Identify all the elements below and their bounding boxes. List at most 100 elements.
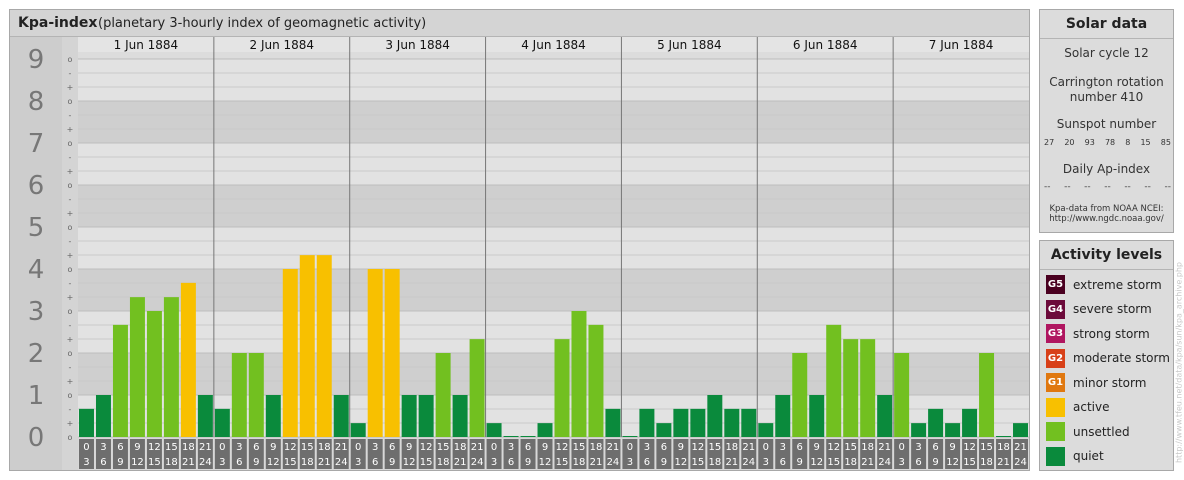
- interval-end-label: 18: [844, 457, 857, 468]
- minor-tick-mark: o: [68, 433, 73, 442]
- interval-start-label: 21: [471, 442, 484, 453]
- interval-start-label: 9: [270, 442, 276, 453]
- interval-start-label: 0: [763, 442, 769, 453]
- day-label: 1 Jun 1884: [114, 38, 179, 52]
- interval-end-label: 12: [131, 457, 144, 468]
- interval-start-label: 15: [437, 442, 450, 453]
- interval-start-label: 6: [253, 442, 259, 453]
- interval-start-label: 6: [117, 442, 123, 453]
- interval-end-label: 18: [573, 457, 586, 468]
- interval-start-label: 18: [725, 442, 738, 453]
- interval-start-label: 3: [780, 442, 786, 453]
- activity-level-active: active: [1046, 397, 1109, 418]
- interval-start-label: 0: [83, 442, 89, 453]
- interval-start-label: 21: [1014, 442, 1027, 453]
- kp-bar: [452, 395, 468, 437]
- interval-end-label: 6: [644, 457, 650, 468]
- interval-start-label: 6: [797, 442, 803, 453]
- sunspot-label: Sunspot number: [1056, 117, 1157, 131]
- interval-end-label: 3: [491, 457, 497, 468]
- y-tick-label: 4: [28, 255, 45, 285]
- interval-start-label: 0: [627, 442, 633, 453]
- ap-value: --: [1084, 182, 1091, 192]
- band-level-5: [78, 185, 1029, 227]
- kp-bar: [537, 423, 553, 437]
- interval-end-label: 24: [1014, 457, 1027, 468]
- interval-end-label: 6: [100, 457, 106, 468]
- activity-level-swatch: [1046, 397, 1065, 417]
- interval-start-label: 9: [949, 442, 955, 453]
- interval-start-label: 0: [491, 442, 497, 453]
- minor-tick-mark: -: [69, 153, 72, 162]
- interval-end-label: 3: [763, 457, 769, 468]
- minor-tick-mark: -: [69, 237, 72, 246]
- interval-end-label: 12: [267, 457, 280, 468]
- interval-end-label: 21: [318, 457, 331, 468]
- interval-end-label: 12: [674, 457, 687, 468]
- interval-end-label: 24: [878, 457, 891, 468]
- minor-tick-mark: -: [69, 321, 72, 330]
- ap-value: --: [1044, 182, 1051, 192]
- interval-start-label: 21: [335, 442, 348, 453]
- interval-start-label: 12: [420, 442, 433, 453]
- band-level-2: [78, 311, 1029, 353]
- interval-end-label: 3: [627, 457, 633, 468]
- kp-bar: [333, 395, 349, 437]
- interval-end-label: 9: [525, 457, 531, 468]
- y-tick-label: 5: [28, 213, 45, 243]
- interval-end-label: 18: [980, 457, 993, 468]
- activity-level-label: strong storm: [1073, 326, 1150, 341]
- minor-tick-mark: -: [69, 405, 72, 414]
- interval-end-label: 3: [83, 457, 89, 468]
- interval-end-label: 12: [946, 457, 959, 468]
- activity-level-strong-storm: G3 strong storm: [1046, 323, 1150, 344]
- minor-tick-mark: -: [69, 69, 72, 78]
- kp-bar: [996, 436, 1012, 437]
- interval-start-label: 9: [814, 442, 820, 453]
- minor-tick-mark: o: [68, 265, 73, 274]
- ap-index-values: -- -- -- -- -- -- --: [1044, 182, 1171, 192]
- interval-start-label: 15: [980, 442, 993, 453]
- interval-start-label: 6: [661, 442, 667, 453]
- y-tick-label: 9: [28, 45, 45, 75]
- interval-start-label: 18: [182, 442, 195, 453]
- data-source-line1: Kpa-data from NOAA NCEI:: [1049, 204, 1164, 214]
- kp-bar: [741, 408, 757, 437]
- data-source-link[interactable]: http://www.ngdc.noaa.gov/: [1040, 214, 1173, 224]
- minor-tick-mark: o: [68, 307, 73, 316]
- kp-bar: [112, 324, 128, 437]
- interval-start-label: 0: [898, 442, 904, 453]
- interval-end-label: 24: [335, 457, 348, 468]
- ap-value: --: [1064, 182, 1071, 192]
- interval-end-label: 15: [827, 457, 840, 468]
- y-tick-label: 0: [28, 423, 45, 453]
- kp-bar: [826, 324, 842, 437]
- interval-start-label: 9: [678, 442, 684, 453]
- kp-bar: [231, 353, 247, 437]
- kp-bar: [758, 423, 774, 437]
- kp-bar: [469, 339, 485, 437]
- kp-bar: [503, 436, 519, 437]
- sunspot-value: 27: [1044, 138, 1055, 147]
- interval-end-label: 24: [471, 457, 484, 468]
- activity-level-label: quiet: [1073, 449, 1104, 463]
- kp-bar: [248, 353, 264, 437]
- activity-level-swatch: G1: [1046, 373, 1065, 392]
- interval-start-label: 18: [318, 442, 331, 453]
- kp-bar: [435, 353, 451, 437]
- kp-bar: [367, 269, 383, 437]
- kp-bar: [962, 408, 978, 437]
- interval-end-label: 24: [199, 457, 212, 468]
- interval-start-label: 9: [542, 442, 548, 453]
- minor-tick-mark: +: [67, 377, 74, 386]
- kp-bar: [197, 395, 213, 437]
- kp-bar: [605, 408, 621, 437]
- kp-bar: [656, 423, 672, 437]
- kpa-bar-chart: 0123456789-o+-o+-o+-o+-o+-o+-o+-o+-oo+1 …: [10, 37, 1029, 470]
- minor-tick-mark: o: [68, 349, 73, 358]
- activity-level-label: unsettled: [1073, 424, 1130, 439]
- interval-start-label: 9: [134, 442, 140, 453]
- kpa-chart-panel: Kpa-index (planetary 3-hourly index of g…: [9, 9, 1030, 471]
- kp-bar: [877, 395, 893, 437]
- kp-bar: [945, 423, 961, 437]
